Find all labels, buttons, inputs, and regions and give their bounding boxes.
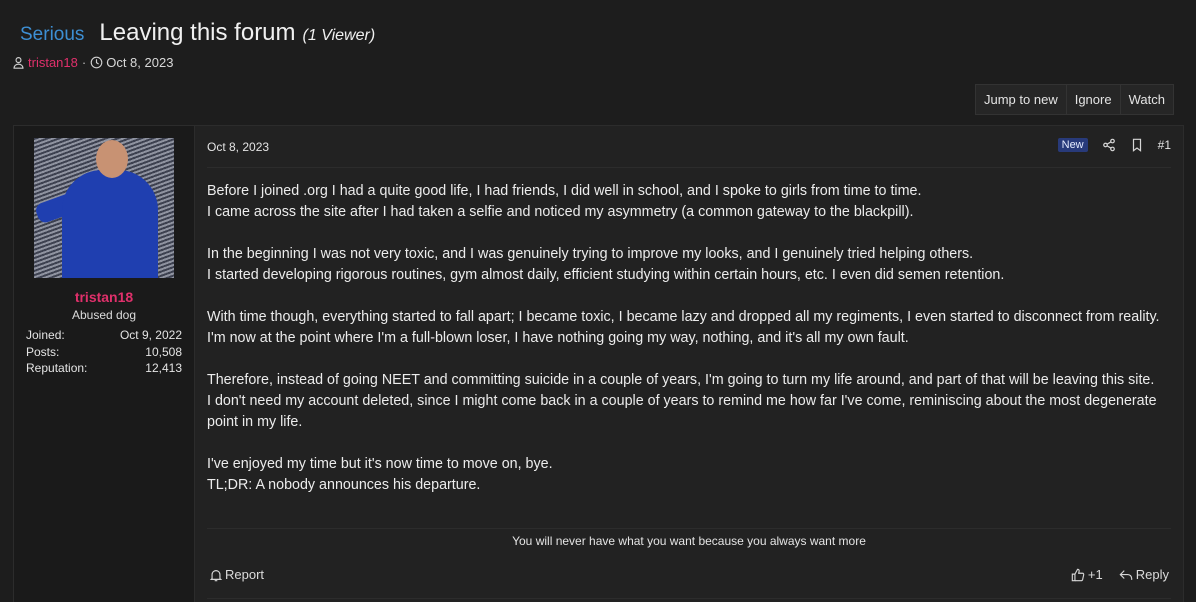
bookmark-icon[interactable] [1130,138,1144,152]
new-badge: New [1057,138,1088,152]
text-line: With time though, everything started to … [207,309,1160,325]
divider [207,167,1171,168]
thread-meta: tristan18 · Oct 8, 2023 [12,55,173,70]
post-body: Before I joined .org I had a quite good … [207,181,1172,496]
text-line: I'm now at the point where I'm a full-bl… [207,330,909,346]
paragraph: In the beginning I was not very toxic, a… [207,244,1172,286]
thread-title-row: Serious Leaving this forum (1 Viewer) [20,19,375,47]
stat-value: Oct 9, 2022 [119,328,182,342]
reply-icon [1119,569,1133,580]
paragraph: Therefore, instead of going NEET and com… [207,370,1172,433]
signature: You will never have what you want becaus… [512,534,866,548]
jump-to-new-button[interactable]: Jump to new [976,85,1067,114]
clock-icon [90,56,103,69]
share-icon[interactable] [1102,138,1116,152]
paragraph: Before I joined .org I had a quite good … [207,181,1172,223]
stat-reputation: Reputation: 12,413 [26,361,182,378]
user-icon [13,57,24,69]
text-line: Before I joined .org I had a quite good … [207,183,922,199]
reply-button[interactable]: Reply [1119,567,1169,582]
stat-label: Joined: [26,328,65,342]
page-title: Leaving this forum [99,19,296,46]
paragraph: With time though, everything started to … [207,307,1172,349]
stat-label: Posts: [26,344,60,359]
text-line: I don't need my account deleted, since I… [207,393,1157,430]
thread-date[interactable]: Oct 8, 2023 [106,55,173,70]
viewer-count: (1 Viewer) [302,27,376,44]
user-stats: Joined: Oct 9, 2022 Posts: 10,508 Reputa… [26,328,182,378]
post: tristan18 Abused dog Joined: Oct 9, 2022… [13,125,1184,602]
stat-value: 12,413 [145,361,182,375]
like-button[interactable]: +1 [1071,567,1103,582]
user-title: Abused dog [71,308,137,322]
paragraph: I've enjoyed my time but it's now time t… [207,454,1172,496]
thread-prefix[interactable]: Serious [20,24,84,46]
post-footer-actions: +1 Reply [1071,567,1169,582]
post-tools: New #1 [1057,138,1171,152]
stat-posts: Posts: 10,508 [26,345,182,362]
watch-button[interactable]: Watch [1121,85,1173,114]
text-line: In the beginning I was not very toxic, a… [207,246,974,262]
thread-actions: Jump to new Ignore Watch [975,84,1174,115]
signature-divider [207,528,1171,529]
thumbs-up-icon [1071,568,1085,581]
stat-label: Reputation: [26,361,88,375]
thread-author-link[interactable]: tristan18 [28,55,78,70]
reaction-count: +1 [1087,567,1103,582]
post-content: Oct 8, 2023 New #1 Before I joined .org … [195,126,1183,602]
text-line: TL;DR: A nobody announces his departure. [207,477,481,493]
meta-separator: · [81,55,87,70]
stat-value[interactable]: 10,508 [145,345,182,362]
stat-joined: Joined: Oct 9, 2022 [26,328,182,345]
avatar[interactable] [34,138,174,278]
post-number[interactable]: #1 [1158,138,1171,152]
post-username[interactable]: tristan18 [14,289,194,305]
report-button[interactable]: Report [209,567,264,582]
avatar-head [96,140,128,178]
report-label: Report [225,567,265,582]
post-user-cell: tristan18 Abused dog Joined: Oct 9, 2022… [14,126,195,602]
text-line: I started developing rigorous routines, … [207,267,1005,283]
post-date[interactable]: Oct 8, 2023 [207,140,269,154]
divider [207,598,1171,599]
text-line: I came across the site after I had taken… [207,204,914,220]
reply-label: Reply [1135,567,1169,582]
text-line: I've enjoyed my time but it's now time t… [207,456,553,472]
avatar-jersey [62,170,158,278]
text-line: Therefore, instead of going NEET and com… [207,372,1155,388]
bell-icon [209,569,223,581]
ignore-button[interactable]: Ignore [1067,85,1121,114]
